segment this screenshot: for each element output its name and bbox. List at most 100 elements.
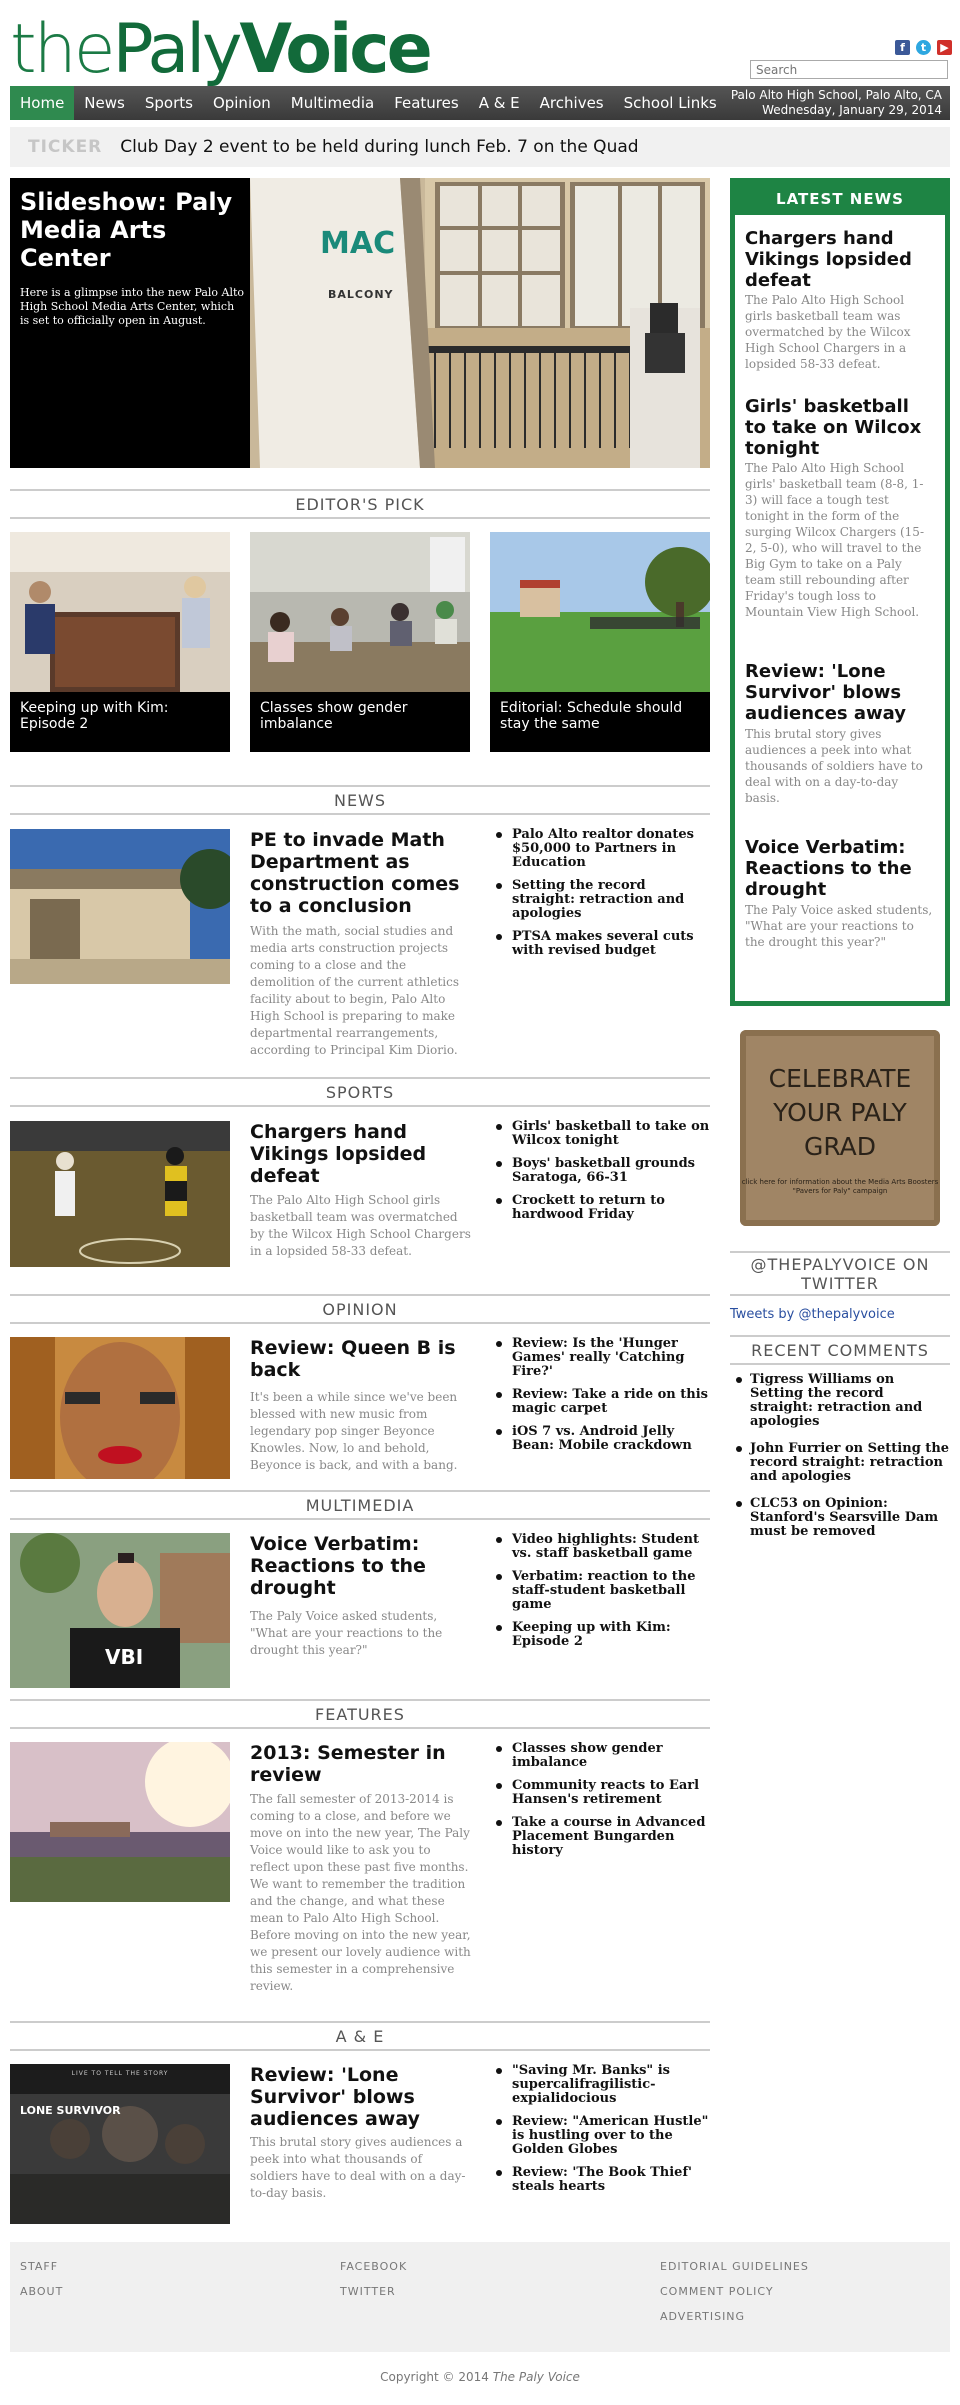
opinion-feature-image[interactable] — [10, 1337, 230, 1479]
site-logo[interactable]: thePalyVoice — [10, 14, 433, 86]
latest-news-title[interactable]: Voice Verbatim: Reactions to the drought — [745, 837, 935, 900]
editors-pick-caption[interactable]: Keeping up with Kim: Episode 2 — [20, 700, 220, 732]
editors-pick-card[interactable]: Classes show gender imbalance — [250, 532, 470, 752]
opinion-heading: OPINION — [10, 1294, 710, 1324]
list-item[interactable]: Review: Take a ride on this magic carpet — [492, 1388, 710, 1416]
latest-news-desc: The Palo Alto High School girls' basketb… — [745, 461, 924, 619]
news-feature-desc: With the math, social studies and media … — [250, 924, 460, 1057]
list-item[interactable]: Video highlights: Student vs. staff bask… — [492, 1533, 710, 1561]
poster-tagline: LIVE TO TELL THE STORY — [71, 2070, 169, 2077]
multimedia-feature-title[interactable]: Voice Verbatim: Reactions to the drought — [250, 1533, 470, 1599]
paly-grad-ad[interactable]: CELEBRATE YOUR PALY GRAD click here for … — [740, 1030, 940, 1226]
slideshow-title[interactable]: Slideshow: Paly Media Arts Center — [20, 188, 245, 272]
sports-feature-title[interactable]: Chargers hand Vikings lopsided defeat — [250, 1121, 470, 1187]
nav-ae[interactable]: A & E — [469, 86, 530, 120]
opinion-feature-title[interactable]: Review: Queen B is back — [250, 1337, 470, 1381]
sports-heading: SPORTS — [10, 1077, 710, 1107]
nav-opinion[interactable]: Opinion — [203, 86, 281, 120]
editors-pick-card[interactable]: Keeping up with Kim: Episode 2 — [10, 532, 230, 752]
logo-part-paly: Paly — [112, 10, 243, 89]
copyright-name: The Paly Voice — [492, 2370, 580, 2384]
ticker-label: TICKER — [28, 137, 103, 157]
latest-news-title[interactable]: Review: 'Lone Survivor' blows audiences … — [745, 661, 935, 724]
list-item[interactable]: Palo Alto realtor donates $50,000 to Par… — [492, 828, 710, 870]
slideshow-caption: Slideshow: Paly Media Arts Center Here i… — [20, 188, 245, 328]
sports-feature-desc: The Palo Alto High School girls basketba… — [250, 1193, 471, 1258]
footer-link-facebook[interactable]: FACEBOOK — [340, 2260, 407, 2273]
list-item[interactable]: Review: 'The Book Thief' steals hearts — [492, 2166, 710, 2194]
social-links: f t ▶ — [895, 40, 952, 55]
slideshow-image[interactable]: MAC BALCONY — [250, 178, 710, 468]
footer-link-about[interactable]: ABOUT — [20, 2285, 63, 2298]
news-feature-title[interactable]: PE to invade Math Department as construc… — [250, 829, 470, 917]
logo-part-voice: Voice — [239, 10, 432, 89]
twitter-timeline-link[interactable]: Tweets by @thepalyvoice — [730, 1307, 895, 1322]
sports-feature-image[interactable] — [10, 1121, 230, 1267]
ae-feature-title[interactable]: Review: 'Lone Survivor' blows audiences … — [250, 2064, 470, 2130]
nav-school-links[interactable]: School Links — [614, 86, 727, 120]
poster-title: LONE SURVIVOR — [20, 2104, 121, 2117]
nav-home[interactable]: Home — [10, 86, 75, 120]
list-item[interactable]: "Saving Mr. Banks" is supercalifragilist… — [492, 2064, 710, 2106]
ticker-headline[interactable]: Club Day 2 event to be held during lunch… — [120, 137, 638, 157]
twitter-icon[interactable]: t — [916, 40, 931, 55]
multimedia-feature-image[interactable]: VBI — [10, 1533, 230, 1688]
latest-news-box: LATEST NEWS Chargers hand Vikings lopsid… — [730, 178, 950, 1006]
footer-link-comment-policy[interactable]: COMMENT POLICY — [660, 2285, 809, 2298]
list-item[interactable]: Boys' basketball grounds Saratoga, 66-31 — [492, 1157, 710, 1185]
nav-sports[interactable]: Sports — [135, 86, 203, 120]
list-item[interactable]: Review: "American Hustle" is hustling ov… — [492, 2115, 710, 2157]
nav-news[interactable]: News — [74, 86, 135, 120]
features-feature-title[interactable]: 2013: Semester in review — [250, 1742, 470, 1786]
editors-pick-caption[interactable]: Editorial: Schedule should stay the same — [500, 700, 700, 732]
nav-multimedia[interactable]: Multimedia — [281, 86, 384, 120]
latest-news-title[interactable]: Girls' basketball to take on Wilcox toni… — [745, 396, 935, 459]
editors-pick-image — [10, 532, 230, 692]
list-item[interactable]: Setting the record straight: retraction … — [492, 879, 710, 921]
search-input[interactable] — [750, 60, 948, 79]
footer-column: STAFF ABOUT — [20, 2260, 63, 2310]
grad-ad-text: CELEBRATE YOUR PALY GRAD — [768, 1064, 912, 1161]
facebook-icon[interactable]: f — [895, 40, 910, 55]
multimedia-feature-desc: The Paly Voice asked students, "What are… — [250, 1609, 443, 1657]
news-feature-image[interactable] — [10, 829, 230, 984]
list-item[interactable]: Keeping up with Kim: Episode 2 — [492, 1621, 710, 1649]
footer-link-twitter[interactable]: TWITTER — [340, 2285, 407, 2298]
features-feature-image[interactable] — [10, 1742, 230, 1902]
list-item[interactable]: PTSA makes several cuts with revised bud… — [492, 930, 710, 958]
footer-link-staff[interactable]: STAFF — [20, 2260, 63, 2273]
list-item[interactable]: Girls' basketball to take on Wilcox toni… — [492, 1120, 710, 1148]
editors-pick-card[interactable]: Editorial: Schedule should stay the same — [490, 532, 710, 752]
logo-part-the: the — [10, 10, 116, 89]
youtube-icon[interactable]: ▶ — [937, 40, 952, 55]
list-item[interactable]: John Furrier on Setting the record strai… — [734, 1442, 950, 1484]
footer-link-editorial-guidelines[interactable]: EDITORIAL GUIDELINES — [660, 2260, 809, 2273]
footer-column: FACEBOOK TWITTER — [340, 2260, 407, 2310]
ae-feature-desc: This brutal story gives audiences a peek… — [250, 2135, 466, 2200]
footer-link-advertising[interactable]: ADVERTISING — [660, 2310, 809, 2323]
list-item[interactable]: Tigress Williams on Setting the record s… — [734, 1373, 950, 1429]
sports-link-list: Girls' basketball to take on Wilcox toni… — [492, 1120, 710, 1231]
list-item[interactable]: Crockett to return to hardwood Friday — [492, 1194, 710, 1222]
list-item[interactable]: Take a course in Advanced Placement Bung… — [492, 1816, 710, 1858]
list-item[interactable]: Classes show gender imbalance — [492, 1742, 710, 1770]
latest-news-title[interactable]: Chargers hand Vikings lopsided defeat — [745, 228, 935, 291]
list-item[interactable]: Community reacts to Earl Hansen's retire… — [492, 1779, 710, 1807]
list-item[interactable]: iOS 7 vs. Android Jelly Bean: Mobile cra… — [492, 1425, 710, 1453]
ae-feature-image[interactable]: LIVE TO TELL THE STORY LONE SURVIVOR — [10, 2064, 230, 2224]
grad-ad-small-text: click here for information about the Med… — [741, 1178, 939, 1195]
editors-pick-heading: EDITOR'S PICK — [10, 489, 710, 519]
featured-slideshow[interactable]: Slideshow: Paly Media Arts Center Here i… — [10, 178, 710, 468]
list-item[interactable]: CLC53 on Opinion: Stanford's Searsville … — [734, 1497, 950, 1539]
nav-archives[interactable]: Archives — [530, 86, 614, 120]
ae-link-list: "Saving Mr. Banks" is supercalifragilist… — [492, 2064, 710, 2203]
opinion-link-list: Review: Is the 'Hunger Games' really 'Ca… — [492, 1337, 710, 1462]
list-item[interactable]: Review: Is the 'Hunger Games' really 'Ca… — [492, 1337, 710, 1379]
features-heading: FEATURES — [10, 1699, 710, 1729]
shirt-text: VBI — [105, 1645, 144, 1669]
latest-news-desc: The Palo Alto High School girls basketba… — [745, 293, 911, 371]
nav-features[interactable]: Features — [384, 86, 469, 120]
list-item[interactable]: Verbatim: reaction to the staff-student … — [492, 1570, 710, 1612]
editors-pick-caption[interactable]: Classes show gender imbalance — [260, 700, 460, 732]
latest-news-heading: LATEST NEWS — [735, 183, 945, 215]
